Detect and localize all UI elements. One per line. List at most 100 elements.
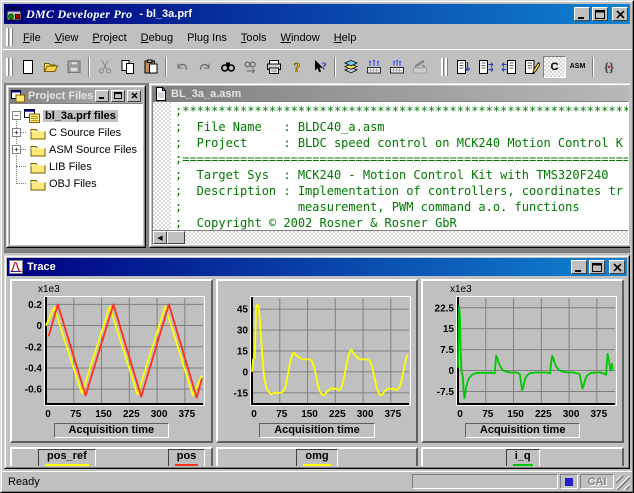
redo-button[interactable] [193, 56, 216, 78]
build-all-button[interactable] [362, 56, 385, 78]
app-window: DMC Developer Pro - bl_3a.prf File View Pr… [0, 0, 634, 493]
menu-item-project[interactable]: Project [85, 29, 133, 47]
editor-margin [153, 102, 171, 230]
menu-item-debug[interactable]: Debug [134, 29, 180, 47]
tree-item-label: C Source Files [49, 126, 122, 139]
tree-item-lib-files[interactable]: LIB Files [16, 158, 140, 175]
maximize-button[interactable] [592, 7, 608, 21]
toolbar-gripper[interactable] [6, 57, 13, 76]
close-button[interactable] [612, 7, 628, 21]
legend-omg[interactable]: omg [296, 448, 338, 466]
project-maximize-button[interactable] [111, 89, 125, 102]
menu-item-file[interactable]: File [16, 29, 48, 47]
find-button[interactable] [216, 56, 239, 78]
doc-edit-button[interactable] [520, 56, 543, 78]
svg-text:x1e3: x1e3 [450, 284, 472, 295]
open-file-button[interactable] [39, 56, 62, 78]
status-text: Ready [8, 475, 40, 488]
save-file-icon [66, 59, 82, 75]
undo-button[interactable] [170, 56, 193, 78]
trace-legends: pos_ref pos omg i_q [10, 447, 625, 466]
open-file-icon [43, 59, 59, 75]
tree-item-c-source-files[interactable]: + C Source Files [12, 124, 140, 141]
paste-button[interactable] [139, 56, 162, 78]
tree-item-obj-files[interactable]: OBJ Files [16, 175, 140, 192]
tree-root[interactable]: − bl_3a.prf files [12, 107, 140, 124]
project-close-button[interactable] [127, 89, 141, 102]
status-cai: CAI [580, 474, 614, 489]
resize-grip[interactable] [616, 476, 630, 490]
tree-connector [16, 166, 26, 167]
code-line: ;***************************************… [175, 104, 628, 118]
code-line: ; Copyright © 2002 Rosner & Rosner GbR [175, 216, 457, 230]
svg-text:225: 225 [123, 409, 140, 420]
menu-item-help[interactable]: Help [327, 29, 364, 47]
build-button[interactable] [385, 56, 408, 78]
plugin-braces-button[interactable]: {} [597, 56, 620, 78]
copy-button[interactable] [116, 56, 139, 78]
menu-item-view[interactable]: View [48, 29, 86, 47]
scroll-thumb[interactable] [167, 231, 185, 244]
folder-icon [30, 160, 46, 174]
project-files-window: Project Files − bl_3a.prf files + C Source … [6, 85, 146, 248]
chart-2-svg: 4530150-150 75 150 225 300 375 [234, 296, 411, 420]
trace-maximize-button[interactable] [589, 260, 605, 274]
chart-column-3: 22.5 15 7.5 0 -7.5 0 75 150 225 300 375 x1e3 Acquisi… [421, 279, 625, 443]
tree-expand-box[interactable]: + [12, 145, 21, 154]
tree-collapse-box[interactable]: − [12, 111, 21, 120]
menu-gripper[interactable] [6, 27, 13, 46]
svg-text:-0.6: -0.6 [25, 385, 43, 396]
build-stop-button[interactable] [408, 56, 431, 78]
asm-mode-button[interactable]: ASM [566, 56, 589, 78]
project-files-titlebar[interactable]: Project Files [9, 88, 143, 103]
chart-column-2: 45 30 15 0 -15 0 75 150 225 300 375 Acquisition tim… [215, 279, 419, 443]
help-button[interactable]: ? [285, 56, 308, 78]
context-help-button[interactable]: ? [308, 56, 331, 78]
editor-title: BL_3a_a.asm [171, 87, 242, 100]
chart-panel-3: 22.5 15 7.5 0 -7.5 0 75 150 225 300 375 x1e3 Acquisi… [421, 279, 625, 443]
title-bar[interactable]: DMC Developer Pro - bl_3a.prf [4, 4, 630, 24]
folder-icon [30, 177, 46, 191]
copy-icon [120, 59, 136, 75]
save-file-button[interactable] [62, 56, 85, 78]
editor-hscrollbar[interactable]: ◀ [153, 230, 628, 244]
tree-item-asm-source-files[interactable]: + ASM Source Files [12, 141, 140, 158]
svg-text:?: ? [293, 61, 300, 75]
project-tree[interactable]: − bl_3a.prf files + C Source Files + ASM Sour… [9, 103, 143, 245]
legend-i_q[interactable]: i_q [505, 448, 540, 466]
build-options-button[interactable] [339, 56, 362, 78]
svg-text:0: 0 [46, 409, 52, 420]
build-options-icon [343, 59, 359, 75]
chart-1-svg: 0.2 0 -0.2 -0.4 -0.6 0 75 150 225 300 375 x1e3 [25, 284, 206, 420]
menu-item-window[interactable]: Window [274, 29, 327, 47]
editor-titlebar[interactable]: BL_3a_a.asm [152, 86, 629, 101]
find-next-button[interactable] [239, 56, 262, 78]
scroll-left-button[interactable]: ◀ [153, 231, 167, 244]
tree-expand-box[interactable]: + [12, 128, 21, 137]
editor-code[interactable]: ;***************************************… [171, 102, 628, 230]
trace-close-button[interactable] [609, 260, 625, 274]
new-file-button[interactable] [16, 56, 39, 78]
cut-button[interactable] [93, 56, 116, 78]
svg-text:-0.2: -0.2 [25, 342, 43, 353]
project-minimize-button[interactable] [95, 89, 109, 102]
toolbar2-gripper[interactable] [441, 57, 448, 76]
doc-right-button[interactable] [474, 56, 497, 78]
legend-pos_ref[interactable]: pos_ref [38, 448, 96, 466]
list-down-button[interactable] [451, 56, 474, 78]
mdi-area: Project Files − bl_3a.prf files + C Source … [4, 83, 630, 253]
svg-text:0.2: 0.2 [28, 300, 42, 311]
trace-titlebar[interactable]: Trace [7, 258, 627, 276]
new-file-icon [20, 59, 36, 75]
print-button[interactable] [262, 56, 285, 78]
doc-left-button[interactable] [497, 56, 520, 78]
svg-text:0: 0 [457, 409, 463, 420]
toolbar-separator [88, 56, 90, 77]
c-mode-button[interactable]: C [543, 55, 566, 78]
doc-edit-icon [524, 59, 540, 75]
trace-minimize-button[interactable] [571, 260, 587, 274]
menu-item-tools[interactable]: Tools [234, 29, 274, 47]
minimize-button[interactable] [574, 7, 590, 21]
menu-item-plug-ins[interactable]: Plug Ins [180, 29, 234, 47]
legend-pos[interactable]: pos [167, 448, 206, 466]
